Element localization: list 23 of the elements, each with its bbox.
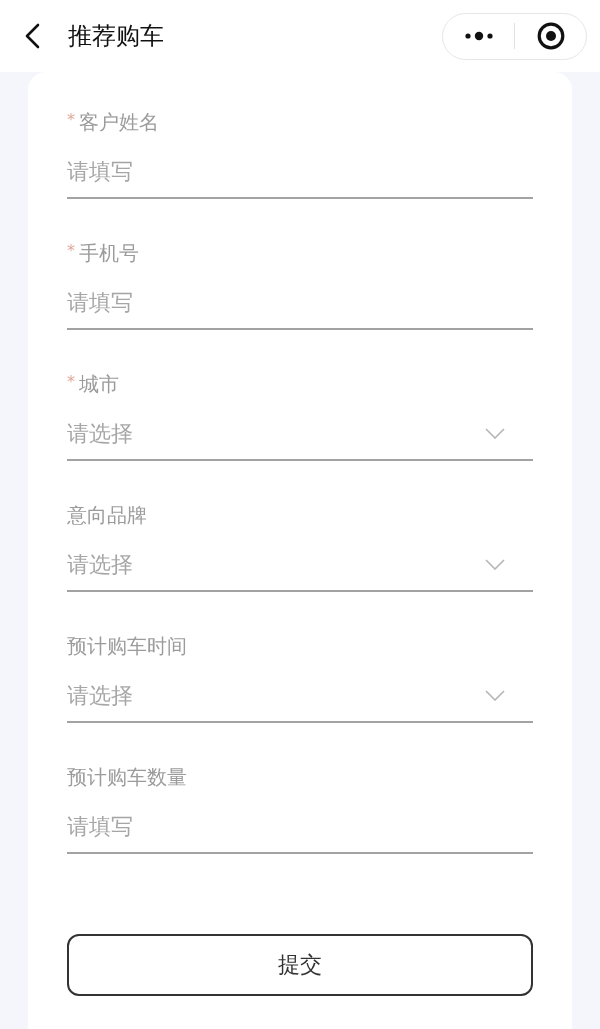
required-asterisk: * xyxy=(67,372,75,392)
field-label: 手机号 xyxy=(79,240,139,267)
select-field[interactable]: 请选择 xyxy=(67,670,533,723)
submit-button[interactable]: 提交 xyxy=(67,934,533,996)
select-field[interactable]: 请选择 xyxy=(67,539,533,592)
back-icon[interactable] xyxy=(24,23,40,49)
select-field[interactable]: 请选择 xyxy=(67,408,533,461)
chevron-down-icon xyxy=(485,428,505,439)
input-field[interactable]: 请填写 xyxy=(67,801,533,854)
field-label: 城市 xyxy=(79,371,119,398)
chevron-down-icon xyxy=(485,559,505,570)
field-label: 预计购车数量 xyxy=(67,764,187,791)
page-title: 推荐购车 xyxy=(68,21,164,52)
field-label: 客户姓名 xyxy=(79,109,159,136)
required-asterisk: * xyxy=(67,110,75,130)
more-icon[interactable] xyxy=(463,31,494,41)
target-icon[interactable] xyxy=(536,22,565,50)
input-field[interactable]: 请填写 xyxy=(67,146,533,199)
field-label: 意向品牌 xyxy=(67,502,147,529)
chevron-down-icon xyxy=(485,690,505,701)
required-asterisk: * xyxy=(67,241,75,261)
input-field[interactable]: 请填写 xyxy=(67,277,533,330)
field-label: 预计购车时间 xyxy=(67,633,187,660)
